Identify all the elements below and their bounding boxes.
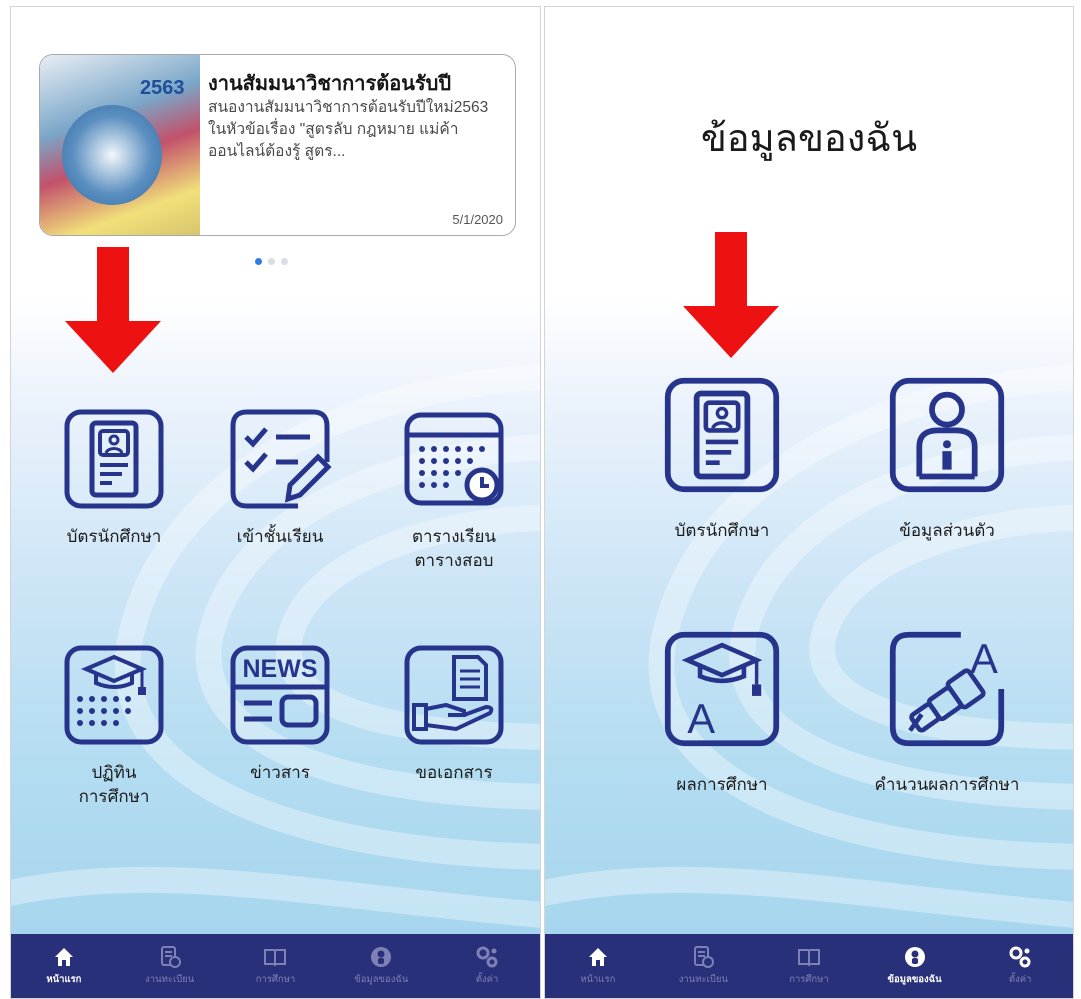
banner-date: 5/1/2020	[452, 212, 503, 227]
nav-settings-label: ตั้งค่า	[475, 974, 499, 985]
nav-settings-label: ตั้งค่า	[1008, 974, 1032, 985]
menu-student-card[interactable]: บัตรนักศึกษา	[49, 407, 179, 549]
menu-grades-label: ผลการศึกษา	[676, 775, 768, 794]
book-icon	[264, 949, 287, 967]
menu-student-card-label: บัตรนักศึกษา	[674, 521, 770, 540]
nav-my-info-label: ข้อมูลของฉัน	[354, 974, 409, 985]
student-id-card-icon	[64, 409, 164, 509]
person-profile-icon	[889, 377, 1005, 493]
document-hand-icon	[404, 645, 504, 745]
nav-home[interactable]: หน้าแรก	[545, 945, 651, 987]
menu-gpa-calculator-label: คำนวนผลการศึกษา	[874, 775, 1020, 794]
banner-thumb-year: 2563	[140, 77, 185, 99]
nav-my-info-label: ข้อมูลของฉัน	[887, 974, 942, 985]
menu-check-in-label: เข้าชั้นเรียน	[236, 527, 324, 546]
nav-education[interactable]: การศึกษา	[223, 945, 329, 987]
menu-schedule-label-line2: ตารางสอบ	[414, 551, 494, 570]
carousel-dot[interactable]	[281, 258, 288, 265]
graduation-calendar-icon	[64, 645, 164, 745]
banner-title: งานสัมมนาวิชาการต้อนรับปี	[208, 73, 452, 95]
nav-registration[interactable]: งานทะเบียน	[117, 945, 223, 987]
menu-student-card[interactable]: บัตรนักศึกษา	[647, 375, 797, 543]
nav-registration-label: งานทะเบียน	[145, 974, 195, 985]
svg-text:A: A	[970, 635, 998, 682]
menu-academic-calendar[interactable]: ปฏิทิน การศึกษา	[49, 643, 179, 809]
news-icon: NEWS	[230, 645, 330, 745]
menu-schedule-label-line1: ตารางเรียน	[411, 527, 497, 546]
settings-icon	[476, 946, 498, 968]
menu-gpa-calculator[interactable]: A คำนวนผลการศึกษา	[845, 629, 1049, 797]
menu-request-documents-label: ขอเอกสาร	[415, 763, 493, 782]
banner-thumbnail: 2563	[40, 55, 200, 235]
menu-news[interactable]: NEWS ข่าวสาร	[215, 643, 345, 785]
nav-home-label: หน้าแรก	[580, 974, 616, 985]
settings-icon	[1009, 946, 1031, 968]
profile-icon	[904, 947, 925, 967]
book-icon	[797, 949, 820, 967]
news-banner-card[interactable]: 2563 งานสัมมนาวิชาการต้อนรับปี สนองานสัม…	[39, 54, 516, 236]
nav-my-info[interactable]: ข้อมูลของฉัน	[328, 945, 434, 987]
home-icon	[588, 948, 607, 966]
nav-home-label: หน้าแรก	[46, 974, 82, 985]
svg-text:NEWS: NEWS	[243, 655, 318, 683]
registration-icon	[160, 946, 181, 968]
svg-text:A: A	[687, 695, 715, 742]
graduation-grade-icon: A	[664, 631, 780, 747]
nav-home[interactable]: หน้าแรก	[11, 945, 117, 987]
menu-personal-info-label: ข้อมูลส่วนตัว	[899, 521, 995, 540]
home-icon	[54, 948, 73, 966]
banner-description: สนองานสัมมนาวิชาการต้อนรับปีใหม่2563 ในห…	[208, 99, 489, 160]
registration-icon	[694, 946, 715, 968]
nav-registration-label: งานทะเบียน	[678, 974, 728, 985]
menu-schedule[interactable]: ตารางเรียน ตารางสอบ	[389, 407, 519, 573]
telescope-grade-icon: A	[889, 631, 1005, 747]
menu-grades[interactable]: A ผลการศึกษา	[647, 629, 797, 797]
nav-education-label: การศึกษา	[789, 974, 829, 985]
banner-thumb-graphic	[62, 105, 162, 205]
menu-calendar-label-line1: ปฏิทิน	[91, 763, 137, 782]
my-info-screen: ข้อมูลของฉัน บัตรนักศึกษา ข้อมูลส่วนตัว	[544, 6, 1074, 999]
bottom-navigation: หน้าแรก งานทะเบียน การศึกษา ข้อมูลของฉัน…	[11, 934, 540, 998]
calendar-clock-icon	[404, 412, 504, 506]
menu-personal-info[interactable]: ข้อมูลส่วนตัว	[857, 375, 1037, 543]
nav-my-info[interactable]: ข้อมูลของฉัน	[862, 945, 968, 987]
red-arrow-annotation	[683, 232, 779, 358]
home-screen: 2563 งานสัมมนาวิชาการต้อนรับปี สนองานสัม…	[10, 6, 541, 999]
bottom-navigation: หน้าแรก งานทะเบียน การศึกษา ข้อมูลของฉัน…	[545, 934, 1073, 998]
carousel-dot[interactable]	[268, 258, 275, 265]
checklist-pencil-icon	[230, 409, 332, 509]
menu-request-documents[interactable]: ขอเอกสาร	[389, 643, 519, 785]
menu-student-card-label: บัตรนักศึกษา	[66, 527, 162, 546]
red-arrow-annotation	[65, 247, 161, 373]
nav-education-label: การศึกษา	[255, 974, 296, 985]
menu-check-in[interactable]: เข้าชั้นเรียน	[215, 407, 345, 549]
menu-calendar-label-line2: การศึกษา	[78, 787, 150, 806]
carousel-dots[interactable]	[255, 258, 288, 265]
nav-education[interactable]: การศึกษา	[756, 945, 862, 987]
carousel-dot-active[interactable]	[255, 258, 262, 265]
student-id-card-icon	[664, 377, 780, 493]
nav-settings[interactable]: ตั้งค่า	[434, 945, 540, 987]
page-title: ข้อมูลของฉัน	[700, 118, 918, 160]
menu-news-label: ข่าวสาร	[250, 763, 310, 782]
nav-registration[interactable]: งานทะเบียน	[651, 945, 757, 987]
profile-icon	[371, 947, 392, 967]
nav-settings[interactable]: ตั้งค่า	[967, 945, 1073, 987]
